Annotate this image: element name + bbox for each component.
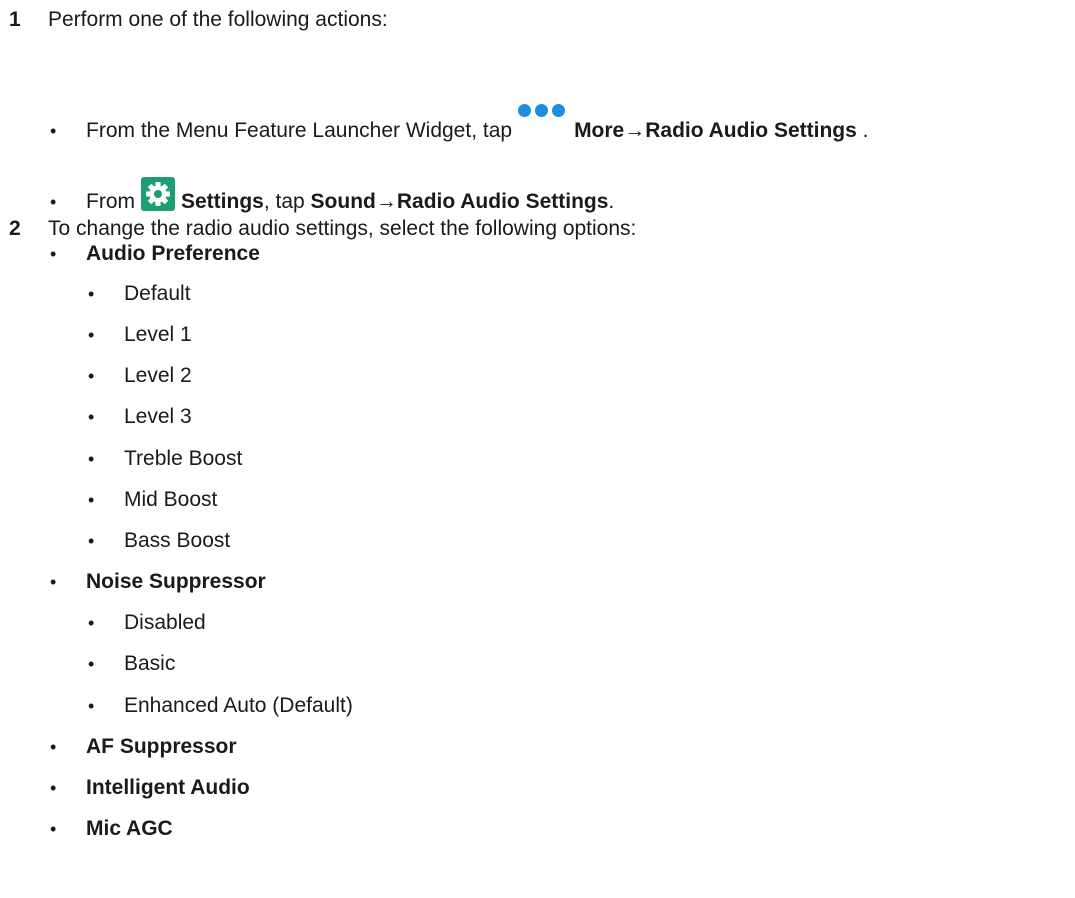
bullet: • — [88, 696, 95, 716]
setting-label: Intelligent Audio — [86, 776, 250, 799]
bullet: • — [88, 449, 95, 469]
setting-label: Mic AGC — [86, 817, 173, 840]
step-number: 1 — [9, 8, 21, 31]
option-label: Level 3 — [124, 405, 192, 428]
settings-gear-icon — [141, 177, 175, 211]
bullet: • — [50, 121, 57, 141]
option-middle: , tap — [263, 190, 311, 213]
more-dots-icon — [518, 104, 566, 144]
bullet: • — [50, 819, 57, 839]
step-number: 2 — [9, 217, 21, 240]
option-label: Level 1 — [124, 323, 192, 346]
bullet: • — [88, 654, 95, 674]
sound-radio-audio-settings-path: Sound→Radio Audio Settings — [310, 190, 609, 213]
option-label: Enhanced Auto (Default) — [124, 694, 353, 717]
more-radio-audio-settings-path: More→Radio Audio Settings — [574, 119, 857, 142]
setting-label: AF Suppressor — [86, 735, 237, 758]
setting-label: Noise Suppressor — [86, 570, 266, 593]
option-label: Treble Boost — [124, 447, 243, 470]
bullet: • — [88, 531, 95, 551]
setting-label: Audio Preference — [86, 242, 260, 265]
option-label: Mid Boost — [124, 488, 218, 511]
bullet: • — [88, 366, 95, 386]
bullet: • — [50, 244, 57, 264]
bullet: • — [50, 572, 57, 592]
step-text: To change the radio audio settings, sele… — [48, 217, 637, 240]
option-label: Level 2 — [124, 364, 192, 387]
option-prefix: From the Menu Feature Launcher Widget, t… — [86, 119, 513, 142]
bullet: • — [50, 737, 57, 757]
bullet: • — [88, 613, 95, 633]
option-label: Default — [124, 282, 191, 305]
option-prefix: From — [86, 190, 135, 213]
option-suffix: . — [856, 119, 869, 142]
option-suffix: . — [608, 190, 615, 213]
bullet: • — [88, 407, 95, 427]
option-label: Disabled — [124, 611, 206, 634]
option-label: Basic — [124, 652, 176, 675]
bullet: • — [50, 192, 57, 212]
bullet: • — [88, 490, 95, 510]
bullet: • — [88, 284, 95, 304]
step-text: Perform one of the following actions: — [48, 8, 388, 31]
option-label: Bass Boost — [124, 529, 231, 552]
settings-label: Settings — [181, 190, 264, 213]
bullet: • — [50, 778, 57, 798]
bullet: • — [88, 325, 95, 345]
